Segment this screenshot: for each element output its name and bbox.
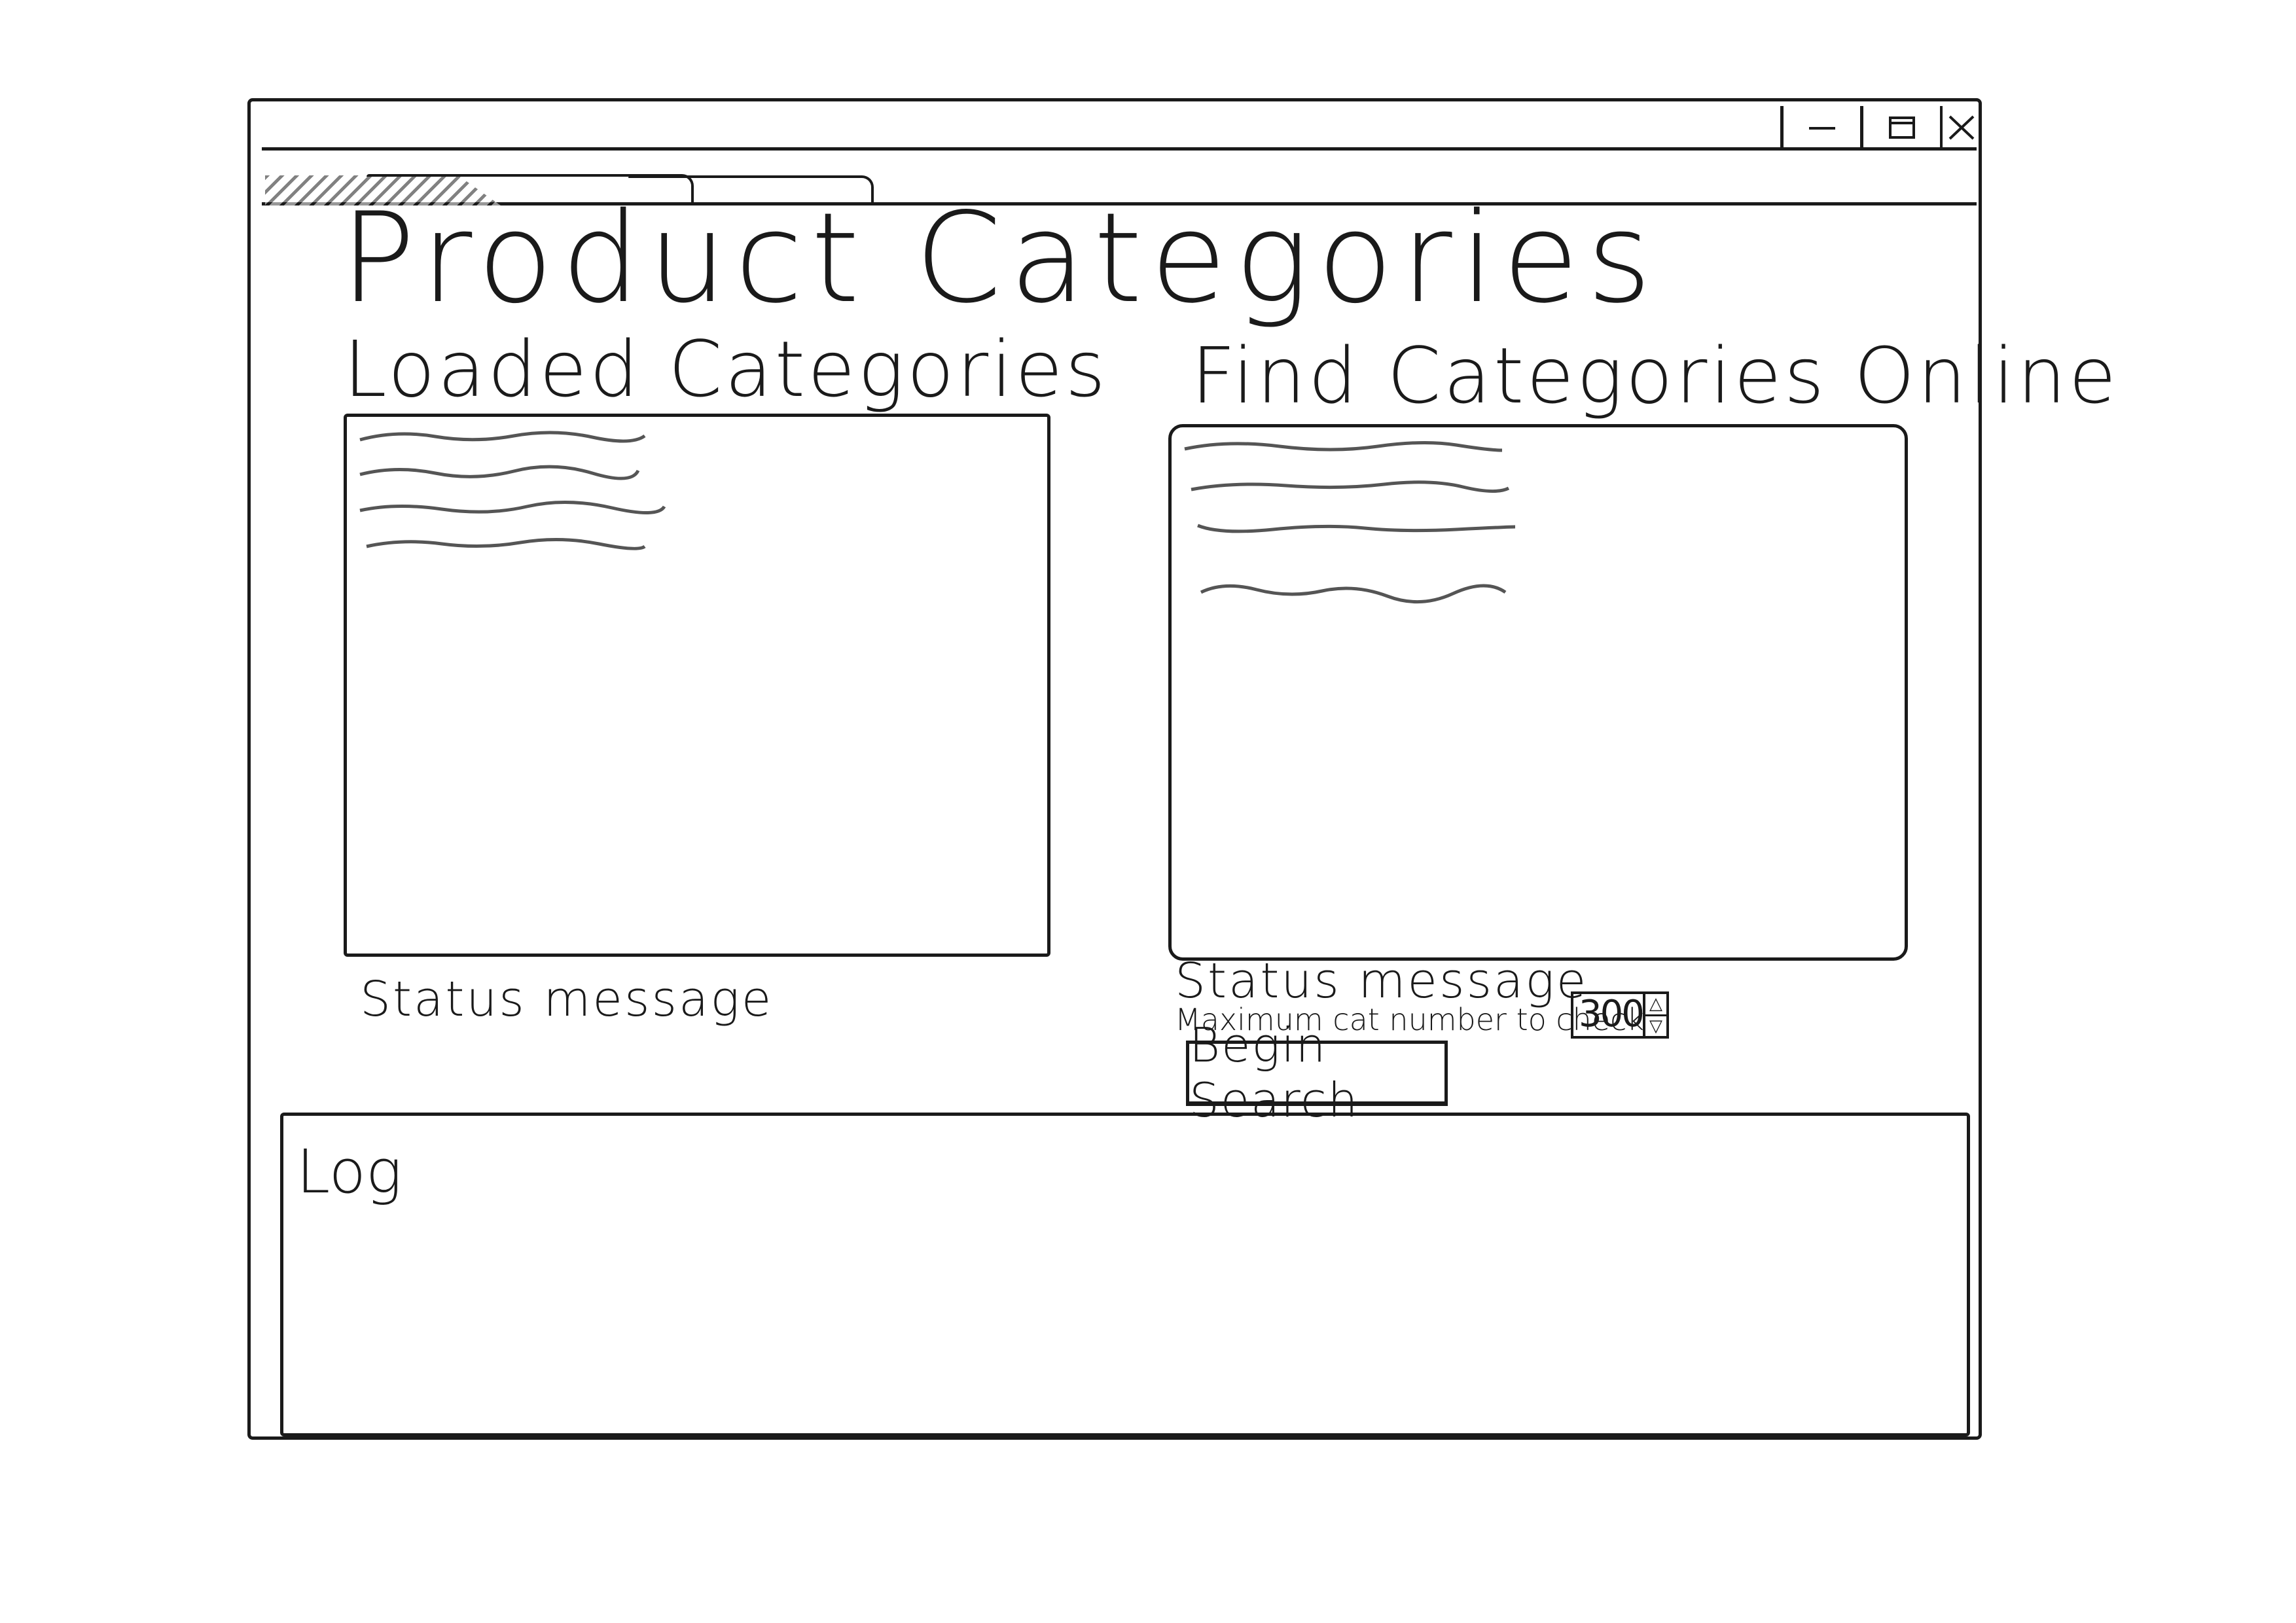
page-title: Product Categories bbox=[340, 186, 1660, 330]
close-icon bbox=[1948, 115, 1975, 140]
close-button[interactable] bbox=[1940, 106, 1981, 149]
minimize-icon bbox=[1808, 127, 1835, 130]
online-status-message: Status message bbox=[1175, 953, 1588, 1009]
list-item[interactable] bbox=[1198, 578, 1525, 604]
log-panel[interactable]: Log bbox=[280, 1113, 1970, 1436]
list-item[interactable] bbox=[363, 535, 658, 554]
online-categories-list[interactable] bbox=[1168, 424, 1908, 961]
list-item[interactable] bbox=[357, 427, 651, 446]
begin-search-button[interactable]: Begin Search bbox=[1186, 1018, 1448, 1128]
list-item[interactable] bbox=[1181, 437, 1509, 457]
maximize-icon bbox=[1888, 116, 1915, 139]
minimize-button[interactable] bbox=[1780, 106, 1860, 149]
list-item[interactable] bbox=[1188, 476, 1515, 496]
loaded-status-message: Status message bbox=[360, 971, 774, 1027]
max-cat-stepper[interactable]: 300 △ ▽ bbox=[1571, 991, 1669, 1039]
maximize-button[interactable] bbox=[1860, 106, 1940, 149]
list-item[interactable] bbox=[357, 499, 671, 518]
loaded-categories-heading: Loaded Categories bbox=[344, 324, 1109, 414]
title-bar bbox=[262, 105, 1977, 151]
max-cat-value[interactable]: 300 bbox=[1573, 994, 1645, 1036]
chevron-down-icon[interactable]: ▽ bbox=[1645, 1014, 1666, 1037]
chevron-up-icon[interactable]: △ bbox=[1645, 994, 1666, 1014]
log-label: Log bbox=[296, 1137, 403, 1207]
find-online-heading: Find Categories Online bbox=[1191, 330, 2119, 421]
list-item[interactable] bbox=[357, 463, 651, 482]
loaded-categories-list[interactable] bbox=[344, 414, 1050, 957]
list-item[interactable] bbox=[1194, 519, 1522, 539]
